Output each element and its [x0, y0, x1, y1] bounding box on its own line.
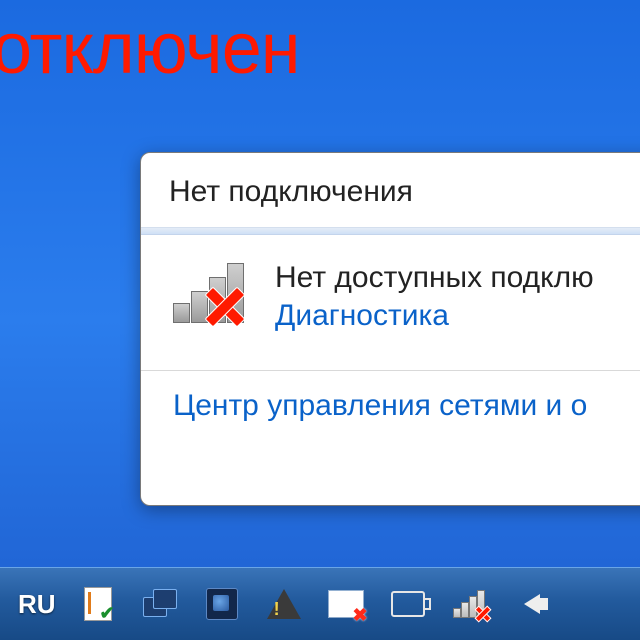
- volume-icon[interactable]: [512, 584, 552, 624]
- action-center-flag-icon[interactable]: ✖: [326, 584, 366, 624]
- language-indicator[interactable]: RU: [18, 589, 56, 620]
- power-plug-icon[interactable]: [388, 584, 428, 624]
- notepad-icon[interactable]: ✔: [78, 584, 118, 624]
- system-tray-app-icon[interactable]: [202, 584, 242, 624]
- diagnostics-link[interactable]: Диагностика: [275, 297, 594, 335]
- cascade-windows-icon[interactable]: [140, 584, 180, 624]
- wifi-no-signal-icon: [173, 259, 257, 323]
- overlay-label: отключен: [0, 8, 300, 90]
- desktop-background: отключен Нет подключения Нет доступных п…: [0, 0, 640, 640]
- network-sharing-center-link[interactable]: Центр управления сетями и о: [169, 371, 640, 423]
- network-tray-icon[interactable]: [450, 584, 490, 624]
- flyout-separator: [141, 227, 640, 235]
- antivirus-warning-icon[interactable]: !: [264, 584, 304, 624]
- status-text: Нет доступных подклю: [275, 259, 594, 297]
- network-flyout: Нет подключения Нет доступных подклю Диа…: [140, 152, 640, 506]
- taskbar: RU ✔ ! ✖: [0, 567, 640, 640]
- flyout-title: Нет подключения: [169, 175, 640, 209]
